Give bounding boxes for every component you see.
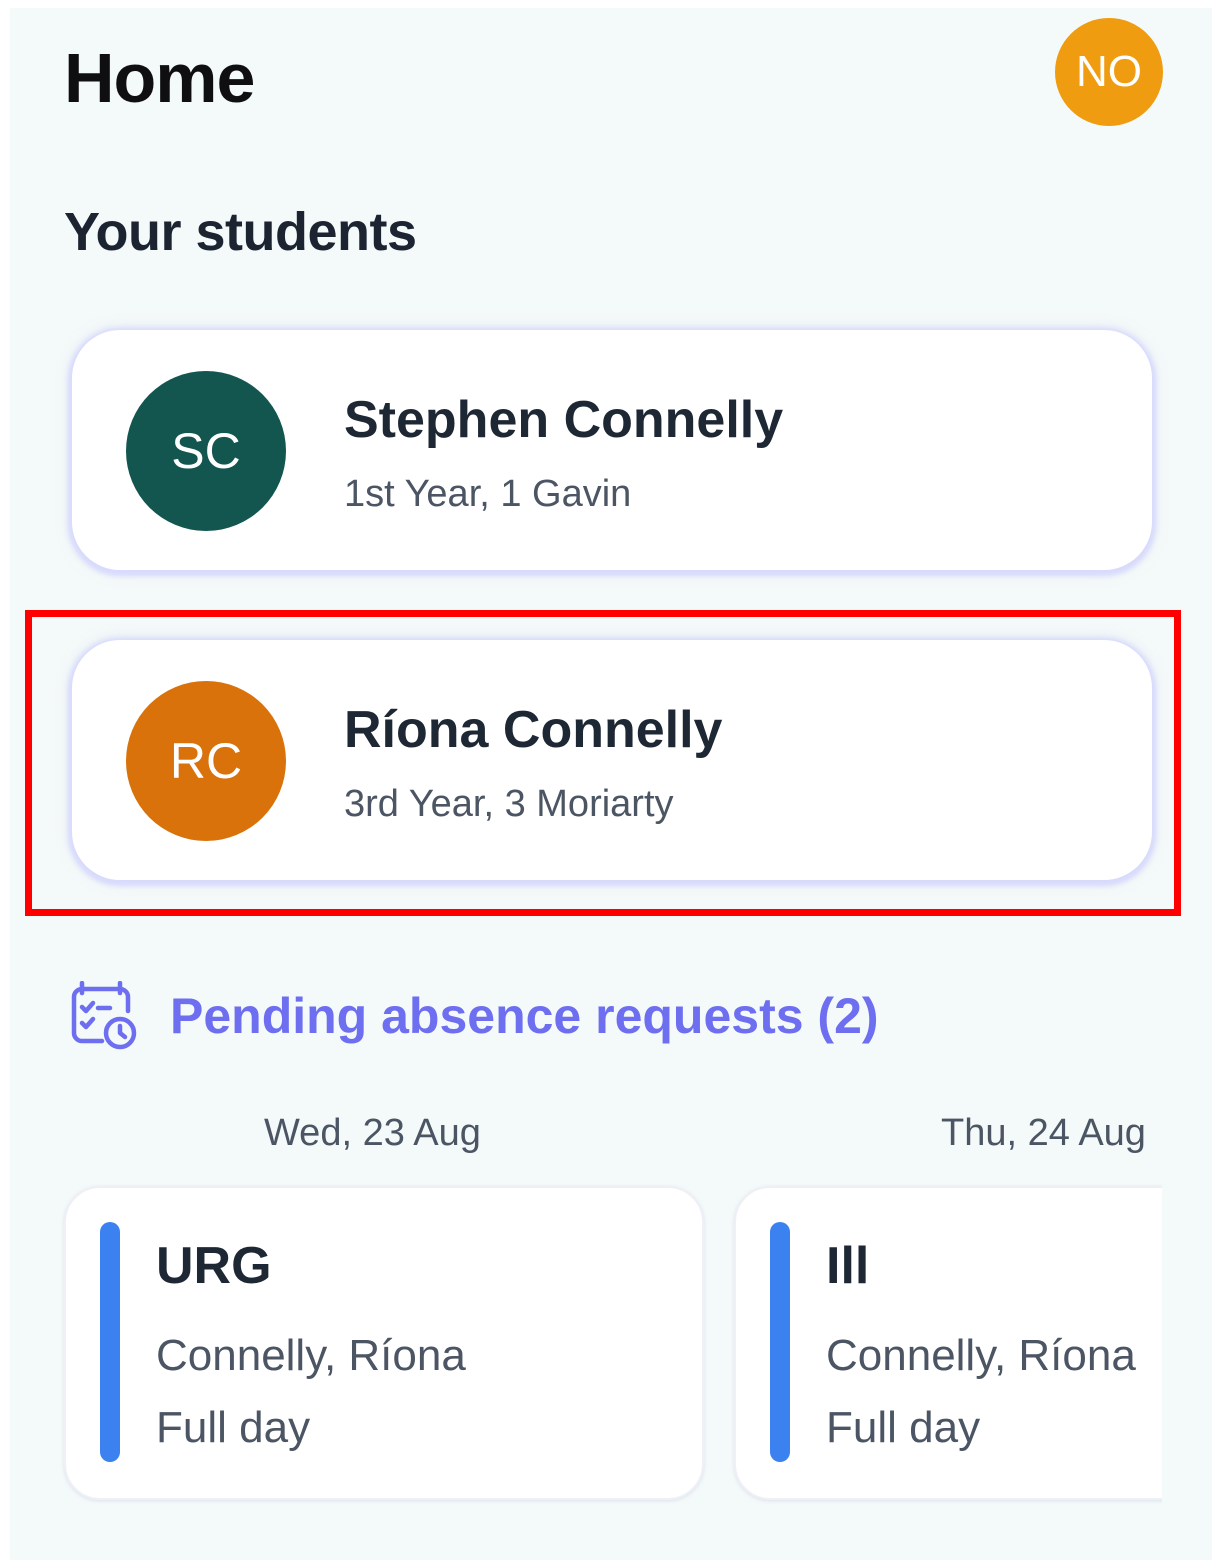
status-bar <box>100 1222 120 1462</box>
status-bar <box>770 1222 790 1462</box>
request-date: Thu, 24 Aug <box>941 1112 1146 1154</box>
home-screen: Home NO Your students SC Stephen Connell… <box>10 8 1212 1560</box>
request-duration: Full day <box>156 1403 311 1452</box>
request-student: Connelly, Ríona <box>156 1331 466 1380</box>
requests-carousel[interactable]: Wed, 23 Aug Thu, 24 Aug URG Connelly, Rí… <box>10 8 1162 1560</box>
request-date: Wed, 23 Aug <box>264 1112 481 1154</box>
request-type: Ill <box>826 1237 870 1295</box>
absence-request-card[interactable]: URG Connelly, Ríona Full day <box>64 1186 704 1500</box>
absence-request-card[interactable]: Ill Connelly, Ríona Full day <box>734 1186 1162 1500</box>
request-duration: Full day <box>826 1403 981 1452</box>
request-student: Connelly, Ríona <box>826 1331 1136 1380</box>
request-type: URG <box>156 1237 272 1295</box>
